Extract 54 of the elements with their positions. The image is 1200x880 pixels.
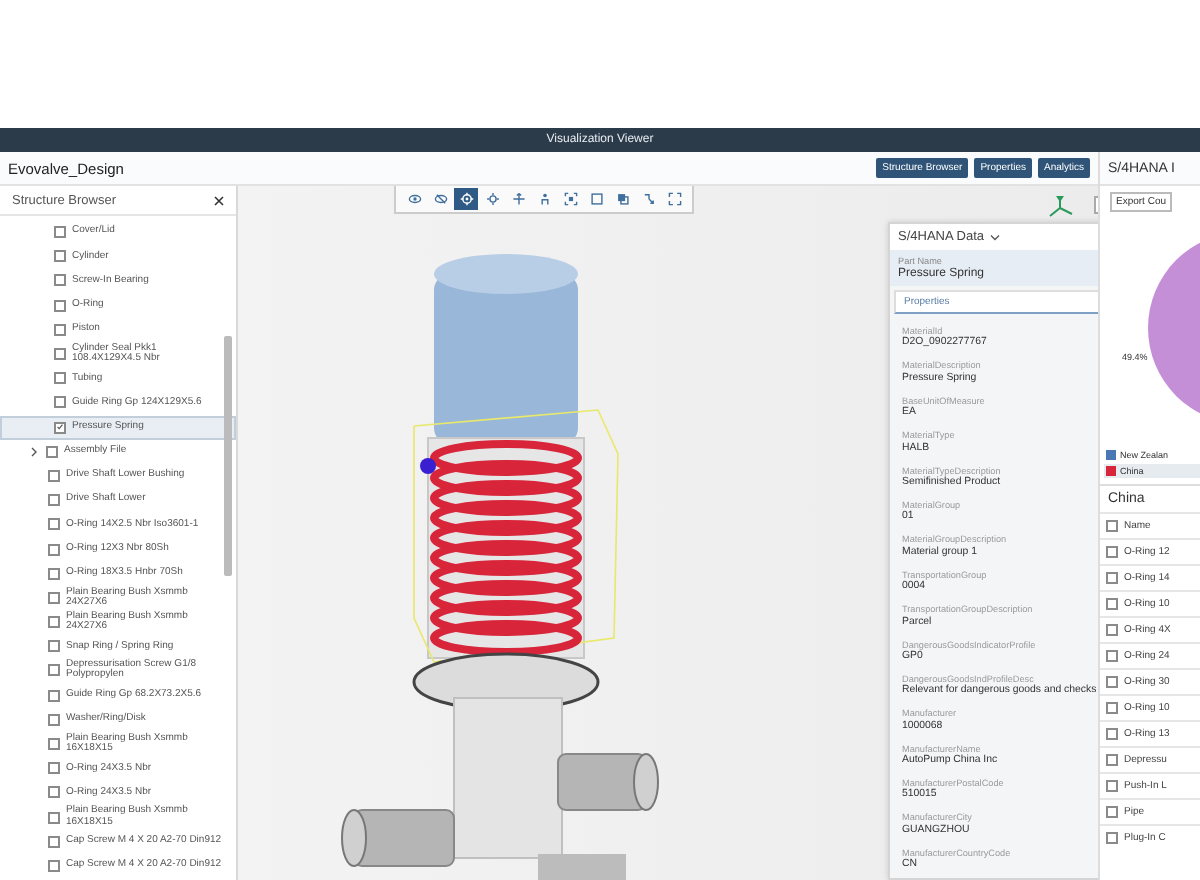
checkbox[interactable] [48,786,60,799]
checkbox[interactable] [1106,780,1118,792]
chevron-down-icon[interactable] [990,233,1000,241]
3d-viewport[interactable] [238,186,1098,880]
checkbox[interactable] [1106,546,1118,558]
checkbox[interactable] [54,348,66,361]
checkbox[interactable] [48,689,60,702]
expand-icon[interactable] [667,192,681,206]
eye-off-icon[interactable] [433,192,447,206]
chevron-right-icon[interactable] [28,445,40,458]
checkbox[interactable] [48,494,60,507]
axis-gizmo-icon[interactable] [1046,194,1074,222]
checkbox[interactable] [1106,832,1118,844]
checkbox[interactable] [1106,624,1118,636]
scrollbar[interactable] [224,336,232,576]
checkbox[interactable] [54,274,66,287]
checkbox[interactable] [48,859,60,872]
checkbox[interactable] [48,664,60,677]
checkbox[interactable] [1106,520,1118,532]
checkbox[interactable] [48,518,60,531]
fit-icon[interactable] [563,192,577,206]
checkbox[interactable] [1106,598,1118,610]
checkbox[interactable] [54,250,66,263]
checkbox[interactable] [46,445,58,458]
checkbox[interactable] [48,591,60,604]
tool-button[interactable] [454,188,478,210]
checkbox[interactable] [48,567,60,580]
checkbox[interactable] [1106,728,1118,740]
frame-icon[interactable] [589,192,603,206]
checkbox[interactable] [48,713,60,726]
eye-icon[interactable] [407,192,421,206]
close-icon[interactable] [214,195,224,205]
checkbox[interactable] [48,616,60,629]
checkbox[interactable] [48,543,60,556]
checkbox[interactable] [48,640,60,653]
checkbox[interactable] [54,323,66,336]
checkbox[interactable] [48,835,60,848]
checkbox[interactable] [54,396,66,409]
checkbox[interactable] [48,811,60,824]
checkbox[interactable] [1106,754,1118,766]
checkbox[interactable] [48,762,60,775]
checkbox[interactable] [1106,702,1118,714]
checkbox[interactable] [54,372,66,385]
checkbox[interactable] [48,738,60,751]
checkbox[interactable] [54,421,66,434]
pan-icon[interactable] [511,192,525,206]
checkbox[interactable] [54,226,66,239]
checkbox[interactable] [1106,806,1118,818]
checkbox[interactable] [1106,676,1118,688]
checkbox[interactable] [1106,650,1118,662]
checkbox[interactable] [48,469,60,482]
checkbox[interactable] [54,299,66,312]
checkbox[interactable] [1106,572,1118,584]
person-icon[interactable] [537,192,551,206]
